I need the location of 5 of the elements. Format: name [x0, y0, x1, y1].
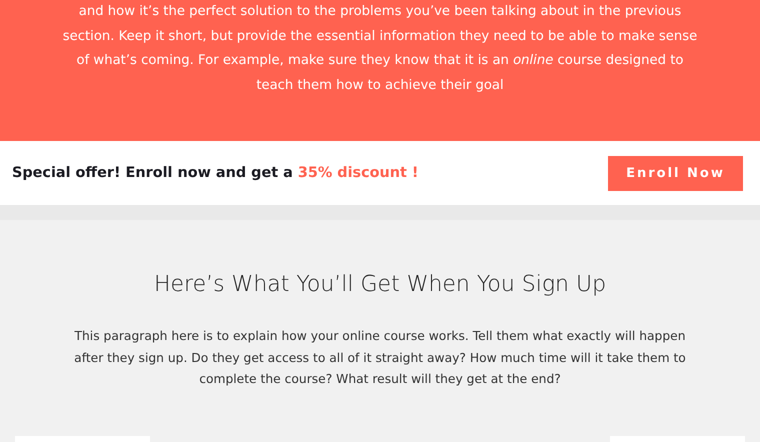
- offer-text: Special offer! Enroll now and get a 35% discount !: [12, 165, 418, 181]
- intro-paragraph: and how it’s the perfect solution to the problems you’ve been talking about in the previous section. Keep it short, but provide the essential information they need to be able to make sense of what’s coming. For example, make sure they know that it is an online course designed to teach them how to achieve their goal: [62, 3, 698, 94]
- section-paragraph: This paragraph here is to explain how your online course works. Tell them what exactly will happen after they sign up. Do they get access to all of it straight away? How much time will it take them to complete the course? What result will they get at the end?: [73, 328, 687, 388]
- enroll-now-button[interactable]: Enroll Now: [608, 156, 743, 190]
- section-heading: Here’s What You’ll Get When You Sign Up: [152, 271, 608, 299]
